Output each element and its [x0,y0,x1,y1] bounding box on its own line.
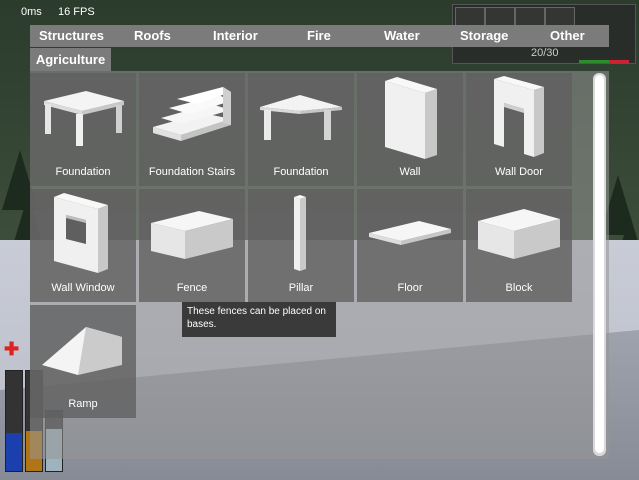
item-label: Block [505,282,533,294]
category-tabs: Structures Roofs Interior Fire Water Sto… [30,25,609,47]
wall-door-icon [494,76,544,157]
stairs-icon [153,87,231,141]
tab-agriculture[interactable]: Agriculture [30,48,111,71]
build-item-foundation[interactable]: Foundation [30,73,136,186]
item-label: Ramp [68,398,98,410]
build-item-floor[interactable]: Floor [357,189,463,302]
build-item-wall-window[interactable]: Wall Window [30,189,136,302]
ramp-icon [42,327,122,375]
wall-window-icon [54,193,108,273]
fence-icon [151,211,233,259]
tab-other[interactable]: Other [550,25,585,47]
roof-foundation-icon [260,95,342,140]
build-item-wall-door[interactable]: Wall Door [466,73,572,186]
item-label: Pillar [288,282,314,294]
build-item-block[interactable]: Block [466,189,572,302]
item-label: Wall Door [495,166,543,178]
tab-interior[interactable]: Interior [213,25,258,47]
build-item-fence[interactable]: Fence [139,189,245,302]
build-item-foundation-roof[interactable]: Foundation [248,73,354,186]
wall-icon [385,77,437,159]
tab-structures[interactable]: Structures [39,25,104,47]
block-icon [478,209,560,259]
pillar-icon [294,195,306,271]
item-label: Foundation Stairs [148,166,236,178]
fps-readout: 16 FPS [58,6,95,18]
table-foundation-icon [44,91,124,146]
tab-fire[interactable]: Fire [307,25,331,47]
tab-water[interactable]: Water [384,25,420,47]
hotbar-count: 20/30 [531,47,559,59]
item-label: Wall [399,166,421,178]
stamina-gauge [5,370,23,472]
scrollbar-thumb[interactable] [595,75,604,453]
build-item-ramp[interactable]: Ramp [30,305,136,418]
item-label: Fence [176,282,208,294]
build-item-wall[interactable]: Wall [357,73,463,186]
build-item-foundation-stairs[interactable]: Foundation Stairs [139,73,245,186]
durability-bar [579,60,629,63]
floor-icon [369,221,451,245]
item-label: Foundation [273,166,329,178]
build-item-pillar[interactable]: Pillar [248,189,354,302]
item-tooltip: These fences can be placed on bases. [182,302,336,337]
item-label: Floor [397,282,423,294]
ping-readout: 0ms [21,6,42,18]
item-label: Wall Window [51,282,115,294]
item-label: Foundation [55,166,111,178]
tab-storage[interactable]: Storage [460,25,508,47]
tab-roofs[interactable]: Roofs [134,25,171,47]
